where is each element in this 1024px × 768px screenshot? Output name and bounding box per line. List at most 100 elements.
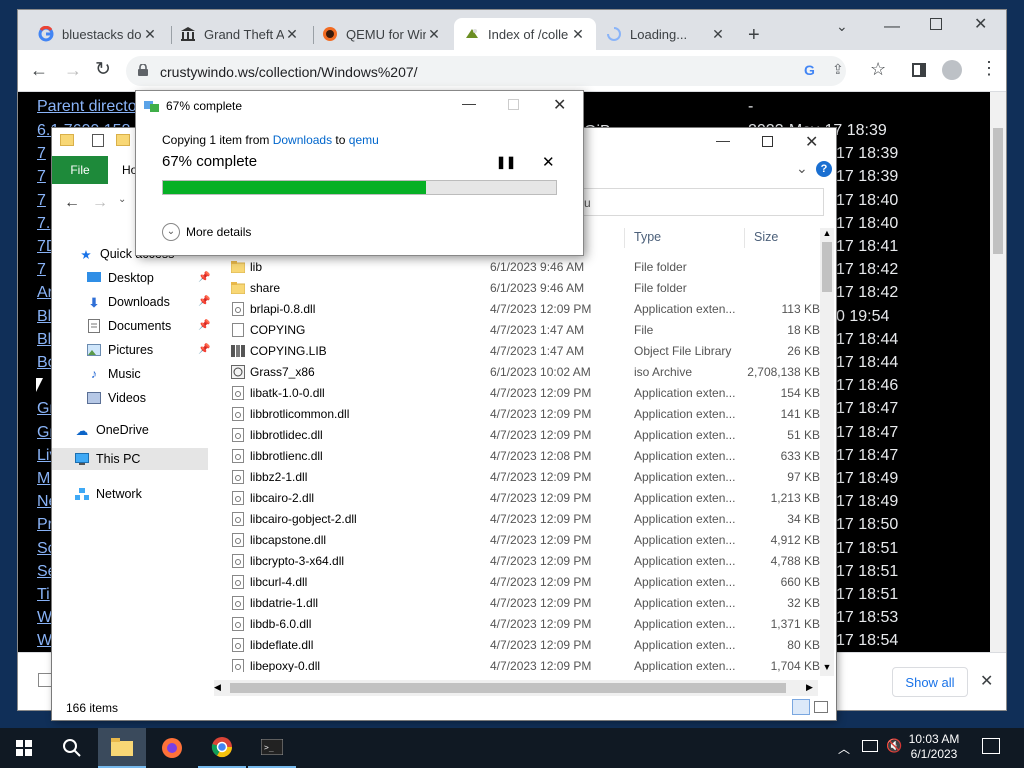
nav-downloads[interactable]: ⬇ Downloads 📌	[86, 294, 211, 310]
nav-music[interactable]: ♪ Music	[86, 366, 141, 382]
nav-this-pc[interactable]: This PC	[52, 448, 208, 470]
listing-link[interactable]: 7	[37, 145, 46, 163]
profile-avatar[interactable]	[942, 60, 962, 80]
chevron-down-icon[interactable]: ⌄	[162, 223, 180, 241]
maximize-icon[interactable]	[930, 18, 942, 30]
listing-link[interactable]: 7	[37, 192, 46, 210]
new-tab-icon[interactable]: +	[748, 24, 760, 47]
nav-onedrive[interactable]: ☁ OneDrive	[74, 422, 149, 438]
listing-link[interactable]: Bl	[37, 331, 51, 349]
listing-link[interactable]: Ar	[37, 284, 53, 302]
listing-link[interactable]: W	[37, 632, 52, 650]
close-icon[interactable]: ✕	[570, 26, 586, 43]
file-row[interactable]: lib 6/1/2023 9:46 AM File folder	[222, 256, 822, 277]
close-icon[interactable]: ✕	[710, 26, 726, 43]
listing-link[interactable]: Ti	[37, 586, 50, 604]
scroll-thumb[interactable]	[822, 242, 832, 292]
file-row[interactable]: libepoxy-0.dll 4/7/2023 12:09 PM Applicati…	[222, 655, 822, 672]
show-hidden-icons-icon[interactable]: ︿	[838, 740, 850, 757]
large-icons-view-icon[interactable]	[814, 701, 828, 713]
side-panel-icon[interactable]	[912, 63, 926, 77]
close-icon[interactable]: ✕	[426, 26, 442, 43]
new-folder-icon[interactable]	[116, 134, 130, 146]
destination-link[interactable]: qemu	[349, 133, 379, 147]
file-row[interactable]: libdatrie-1.dll 4/7/2023 12:09 PM Applicat…	[222, 592, 822, 613]
back-icon[interactable]: ←	[30, 60, 48, 81]
file-row[interactable]: Grass7_x86 6/1/2023 10:02 AM iso Archive 2,…	[222, 361, 822, 382]
recent-locations-icon[interactable]: ⌄	[118, 194, 126, 205]
tab-bluestacks[interactable]: bluestacks do ✕	[28, 18, 168, 50]
scroll-down-icon[interactable]: ▼	[820, 662, 834, 672]
file-row[interactable]: libbrotlicommon.dll 4/7/2023 12:09 PM Appl…	[222, 403, 822, 424]
bookmark-star-icon[interactable]: ☆	[870, 59, 886, 80]
source-link[interactable]: Downloads	[273, 133, 332, 147]
listing-link[interactable]: Pr	[37, 516, 53, 534]
file-row[interactable]: libbrotlienc.dll 4/7/2023 12:08 PM Applica…	[222, 445, 822, 466]
expand-ribbon-icon[interactable]: ⌄	[796, 160, 808, 177]
file-row[interactable]: share 6/1/2023 9:46 AM File folder	[222, 277, 822, 298]
file-row[interactable]: libbrotlidec.dll 4/7/2023 12:09 PM Applica…	[222, 424, 822, 445]
listing-link[interactable]: 7.	[37, 215, 50, 233]
listing-link[interactable]: Bl	[37, 308, 51, 326]
file-row[interactable]: libcrypto-3-x64.dll 4/7/2023 12:09 PM Appl…	[222, 550, 822, 571]
column-size[interactable]: Size	[754, 230, 778, 244]
forward-icon[interactable]: →	[92, 194, 108, 212]
nav-network[interactable]: Network	[74, 486, 142, 502]
file-row[interactable]: libcairo-gobject-2.dll 4/7/2023 12:09 PM A…	[222, 508, 822, 529]
file-row[interactable]: libcurl-4.dll 4/7/2023 12:09 PM Applicatio…	[222, 571, 822, 592]
close-download-bar-icon[interactable]: ✕	[980, 671, 993, 691]
close-icon[interactable]: ✕	[284, 26, 300, 43]
scroll-right-icon[interactable]: ▶	[806, 682, 813, 693]
file-row[interactable]: libatk-1.0-0.dll 4/7/2023 12:09 PM Applica…	[222, 382, 822, 403]
window-close-icon[interactable]: ✕	[974, 14, 987, 34]
search-button[interactable]	[48, 728, 96, 768]
listing-link[interactable]: W	[37, 609, 52, 627]
back-icon[interactable]: ←	[64, 194, 80, 212]
listing-link[interactable]: 7	[37, 168, 46, 186]
menu-kebab-icon[interactable]: ⋮	[980, 58, 998, 79]
cancel-copy-icon[interactable]: ✕	[542, 153, 555, 171]
scroll-left-icon[interactable]: ◀	[214, 682, 221, 693]
column-type[interactable]: Type	[634, 230, 661, 244]
tab-index-collection[interactable]: Index of /colle ✕	[454, 18, 596, 50]
parent-directory-link[interactable]: Parent directo	[37, 98, 137, 116]
tab-gta[interactable]: Grand Theft A ✕	[170, 18, 310, 50]
help-icon[interactable]: ?	[816, 161, 832, 177]
maximize-icon[interactable]	[762, 136, 773, 147]
more-details-button[interactable]: More details	[186, 225, 251, 239]
minimize-icon[interactable]: —	[884, 18, 900, 36]
address-bar[interactable]: crustywindo.ws/collection/Windows%207/ G…	[126, 56, 846, 86]
scroll-up-icon[interactable]: ▲	[820, 228, 834, 238]
taskbar-chrome[interactable]	[198, 728, 246, 768]
nav-videos[interactable]: Videos	[86, 390, 146, 406]
details-view-icon[interactable]	[792, 699, 810, 715]
dialog-close-icon[interactable]: ✕	[553, 95, 566, 115]
nav-desktop[interactable]: Desktop 📌	[86, 270, 210, 286]
scroll-thumb[interactable]	[230, 683, 786, 693]
file-row[interactable]: libdeflate.dll 4/7/2023 12:09 PM Applicati…	[222, 634, 822, 655]
file-row[interactable]: COPYING.LIB 4/7/2023 1:47 AM Object File L…	[222, 340, 822, 361]
taskbar-file-explorer[interactable]	[98, 728, 146, 768]
file-row[interactable]: libcapstone.dll 4/7/2023 12:09 PM Applicat…	[222, 529, 822, 550]
network-status-icon[interactable]	[862, 740, 878, 752]
volume-muted-icon[interactable]: 🔇	[886, 738, 902, 754]
taskbar-firefox[interactable]	[148, 728, 196, 768]
show-all-button[interactable]: Show all	[892, 667, 968, 697]
forward-icon[interactable]: →	[64, 60, 82, 81]
file-row[interactable]: brlapi-0.8.dll 4/7/2023 12:09 PM Applicati…	[222, 298, 822, 319]
taskbar-terminal[interactable]: >_	[248, 728, 296, 768]
page-scrollbar[interactable]	[990, 92, 1006, 652]
minimize-icon[interactable]: —	[716, 132, 730, 148]
listing-link[interactable]: 7	[37, 261, 46, 279]
share-icon[interactable]: ⇪	[832, 61, 844, 78]
file-row[interactable]: libbz2-1.dll 4/7/2023 12:09 PM Application…	[222, 466, 822, 487]
file-tab[interactable]: File	[52, 156, 108, 184]
reload-icon[interactable]: ↻	[95, 58, 111, 81]
close-icon[interactable]: ✕	[142, 26, 158, 43]
file-row[interactable]: COPYING 4/7/2023 1:47 AM File 18 KB	[222, 319, 822, 340]
start-button[interactable]	[0, 728, 48, 768]
tab-search-icon[interactable]: ⌄	[836, 18, 848, 35]
clock[interactable]: 10:03 AM 6/1/2023	[906, 732, 962, 762]
file-list-scrollbar[interactable]: ▲ ▼	[820, 228, 834, 676]
pause-icon[interactable]: ❚❚	[496, 155, 516, 169]
